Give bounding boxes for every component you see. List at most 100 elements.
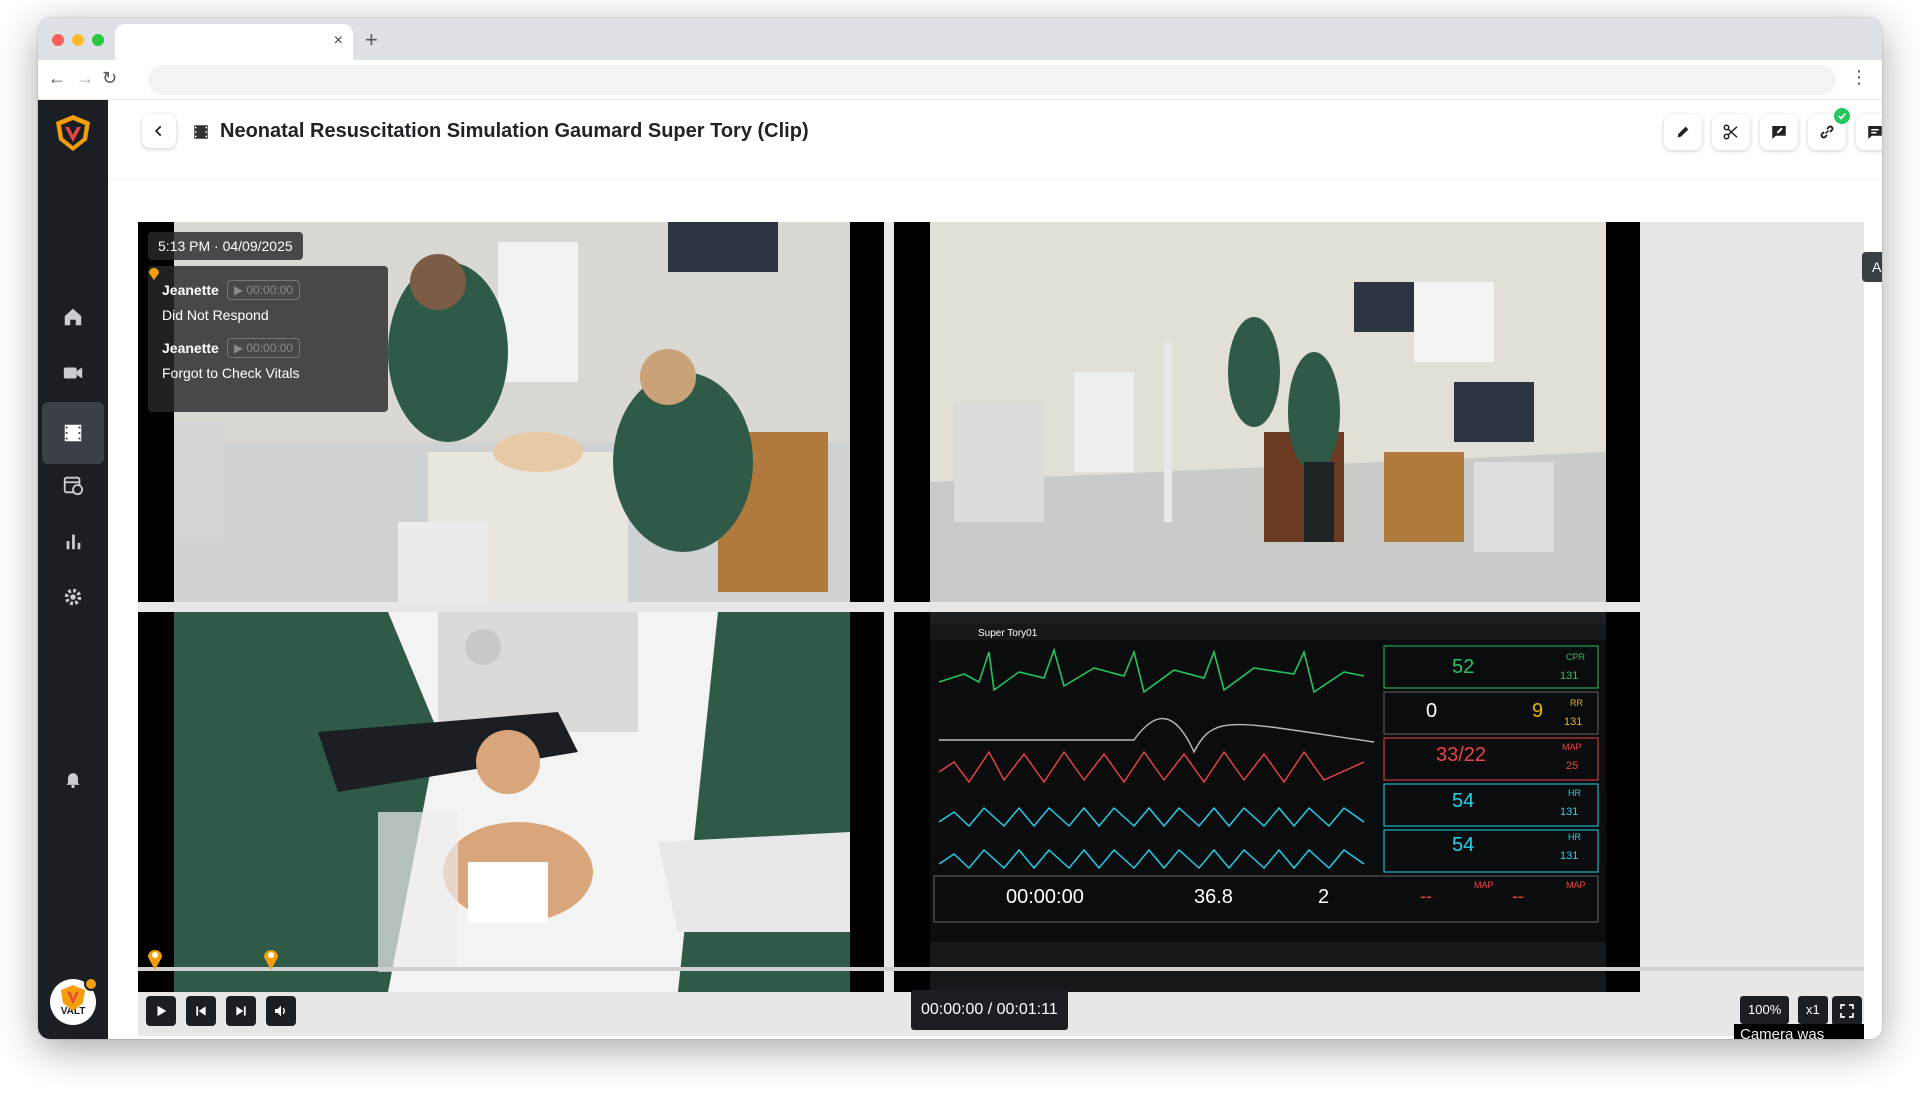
timeline-marker-icon[interactable] (262, 946, 280, 970)
volume-button[interactable] (266, 996, 296, 1026)
sidebar-item-home[interactable] (38, 286, 108, 348)
browser-window: × + ← → ↻ ⋮ VALT Neonatal Resuscitation … (38, 18, 1882, 1039)
share-link-button[interactable] (1808, 108, 1850, 150)
chevron-left-icon (154, 125, 162, 137)
video-frame-2 (930, 222, 1606, 602)
new-tab-button[interactable]: + (365, 27, 378, 53)
minimize-window-button[interactable] (72, 34, 84, 46)
video-feed-1[interactable]: 5:13 PM · 04/09/2025 Jeanette ▶ 00:00:00… (138, 222, 884, 602)
monitor-app-title: Super Tory01 (978, 628, 1038, 639)
annotate-button[interactable] (1760, 114, 1798, 150)
event-row[interactable]: Jeanette ▶ 00:00:00 (149, 268, 374, 362)
close-window-button[interactable] (52, 34, 64, 46)
skip-forward-button[interactable] (226, 996, 256, 1026)
skip-back-button[interactable] (186, 996, 216, 1026)
event-author: Jeanette (162, 340, 219, 356)
notification-badge (84, 977, 98, 991)
browser-menu-icon[interactable]: ⋮ (1850, 67, 1868, 88)
event-time[interactable]: ▶ 00:00:00 (226, 280, 301, 300)
capillary-refill-value: 2 (1318, 886, 1330, 908)
clips-icon (64, 424, 82, 442)
skip-back-icon (196, 1006, 206, 1016)
forward-arrow-icon[interactable]: → (76, 68, 94, 89)
spo2-pre-label: HR (1568, 788, 1581, 798)
etco2-value: 9 (1532, 700, 1544, 722)
pin-orange-icon (149, 268, 159, 280)
fullscreen-icon (1840, 1004, 1854, 1018)
spo2-pre-value: 54 (1452, 790, 1475, 812)
rr-label: RR (1570, 698, 1583, 708)
address-bar[interactable] (148, 65, 1836, 95)
page-header: Neonatal Resuscitation Simulation Gaumar… (108, 100, 1882, 180)
volume-icon (275, 1005, 285, 1017)
annotate-icon (1772, 126, 1786, 139)
page-title: Neonatal Resuscitation Simulation Gaumar… (220, 120, 809, 142)
spo2-post-label: HR (1568, 832, 1581, 842)
reload-icon[interactable]: ↻ (102, 68, 117, 89)
nibp-1-label: MAP (1474, 880, 1494, 890)
timeline-scrubber[interactable] (138, 967, 1864, 971)
sidebar-item-settings[interactable] (38, 566, 108, 628)
back-button[interactable] (142, 114, 176, 148)
trim-button[interactable] (1712, 114, 1750, 150)
link-icon (1820, 125, 1834, 139)
user-avatar[interactable]: VALT (50, 977, 98, 1025)
comments-button[interactable] (1856, 114, 1882, 150)
time-display: 00:00:00 / 00:01:11 (911, 990, 1068, 1030)
valt-logo[interactable] (52, 112, 94, 154)
heart-rate-sub: 131 (1560, 670, 1579, 682)
video-feed-3[interactable] (138, 612, 884, 992)
sidebar-item-cameras[interactable] (38, 342, 108, 404)
map-label: MAP (1562, 742, 1582, 752)
play-button[interactable] (146, 996, 176, 1026)
bell-icon (66, 773, 80, 789)
speed-button[interactable]: x1 (1798, 996, 1828, 1024)
gear-icon (64, 588, 82, 606)
check-icon (1834, 108, 1850, 124)
resp-value: 0 (1426, 700, 1438, 722)
tab-strip: × + (38, 18, 1882, 60)
nibp-2-label: MAP (1566, 880, 1586, 890)
sidebar: VALT (38, 100, 108, 1039)
camera-icon (63, 367, 83, 379)
title-group: Neonatal Resuscitation Simulation Gaumar… (192, 120, 809, 143)
vitals-monitor-screen (930, 612, 1606, 992)
event-overlay: Jeanette ▶ 00:00:00 Did Not Respond Jean… (148, 266, 388, 412)
fullscreen-button[interactable] (1832, 996, 1862, 1026)
video-feed-2[interactable] (894, 222, 1640, 602)
zoom-level-button[interactable]: 100% (1740, 996, 1790, 1024)
event-author: Jeanette (162, 282, 219, 298)
event-time[interactable]: ▶ 00:00:00 (226, 338, 301, 358)
nibp-1-value: -- (1420, 886, 1432, 906)
map-value: 25 (1566, 760, 1579, 772)
pencil-icon (1677, 126, 1689, 138)
video-player: 5:13 PM · 04/09/2025 Jeanette ▶ 00:00:00… (138, 222, 1882, 1039)
spo2-pre-sub: 131 (1560, 806, 1579, 818)
home-icon (64, 308, 82, 326)
nibp-2-value: -- (1512, 886, 1524, 906)
scissors-icon (1723, 124, 1738, 140)
video-select-value: All videos (1872, 259, 1882, 305)
film-icon (194, 124, 208, 139)
skip-forward-icon (236, 1006, 246, 1016)
event-row[interactable]: Jeanette ▶ 00:00:00 (149, 268, 374, 304)
back-arrow-icon[interactable]: ← (48, 68, 66, 89)
video-frame-3 (174, 612, 850, 992)
timeline-marker-icon[interactable] (146, 946, 164, 970)
bar-chart-icon (66, 534, 81, 550)
sidebar-item-notifications[interactable] (38, 748, 108, 810)
sidebar-item-schedule[interactable] (38, 454, 108, 516)
maximize-window-button[interactable] (92, 34, 104, 46)
sidebar-item-reports[interactable] (38, 510, 108, 572)
blood-pressure-value: 33/22 (1436, 744, 1487, 766)
tab-close-icon[interactable]: × (334, 32, 343, 50)
edit-button[interactable] (1664, 114, 1702, 150)
timestamp-badge: 5:13 PM · 04/09/2025 (148, 232, 303, 260)
main-content: 5:13 PM · 04/09/2025 Jeanette ▶ 00:00:00… (108, 180, 1882, 1039)
spo2-post-value: 54 (1452, 834, 1475, 856)
spo2-post-sub: 131 (1560, 850, 1579, 862)
vitals-monitor-feed[interactable]: Super Tory01 52 CPR 131 0 9 RR 131 33/22… (894, 612, 1640, 992)
browser-tab[interactable]: × (115, 24, 353, 60)
video-select-dropdown[interactable]: All videos ⌄ (1862, 252, 1882, 305)
scenario-time-value: 00:00:00 (1006, 886, 1084, 908)
